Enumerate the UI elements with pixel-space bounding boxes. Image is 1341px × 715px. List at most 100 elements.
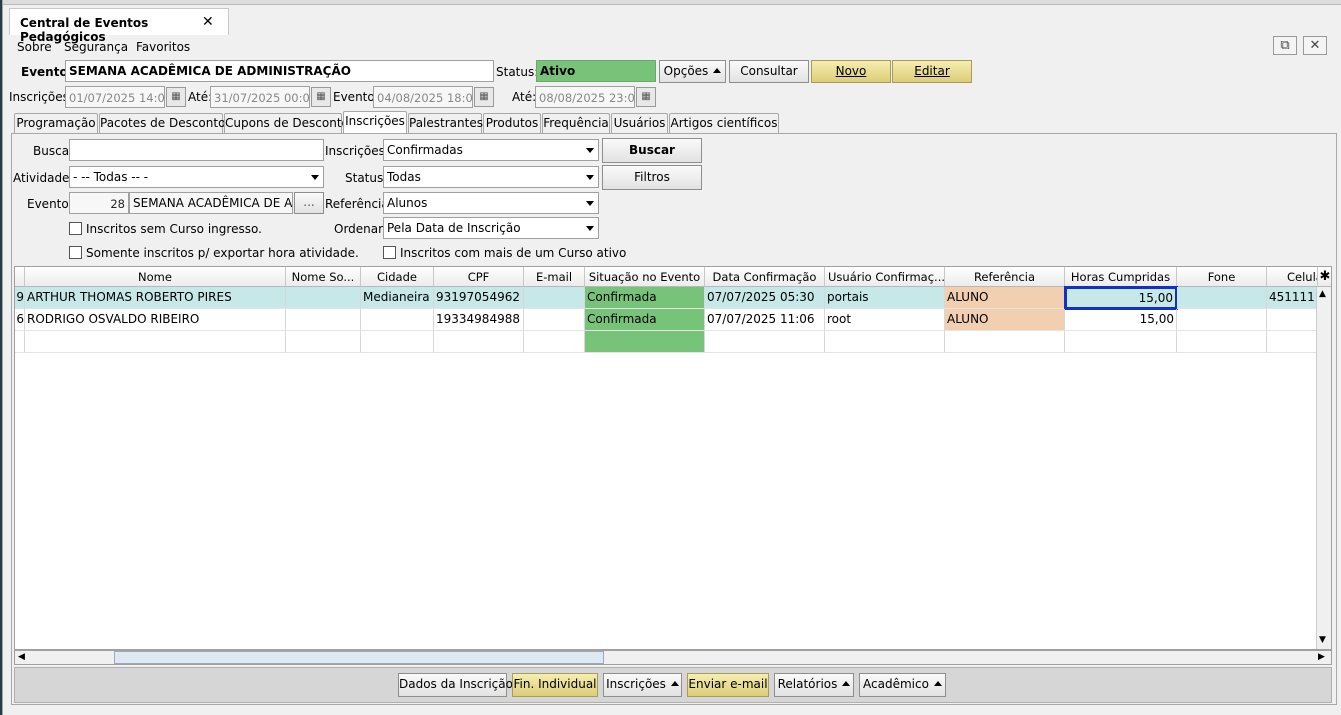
busca-input[interactable] bbox=[69, 139, 324, 161]
close-window-icon[interactable]: ✕ bbox=[1303, 36, 1327, 55]
evento-start-field[interactable]: 04/08/2025 18:00 bbox=[373, 86, 473, 108]
column-header[interactable]: Situação no Evento bbox=[585, 267, 705, 287]
cell-nome[interactable]: RODRIGO OSVALDO RIBEIRO bbox=[25, 309, 286, 331]
cell-nome-social[interactable] bbox=[286, 309, 361, 331]
cell-nome-social[interactable] bbox=[286, 287, 361, 309]
cell-fone[interactable] bbox=[1177, 331, 1267, 353]
tab-programacao[interactable]: Programação bbox=[14, 113, 98, 134]
cell-data[interactable]: 07/07/2025 11:06 bbox=[705, 309, 825, 331]
tab-produtos[interactable]: Produtos bbox=[483, 113, 541, 134]
column-header[interactable]: Horas Cumpridas bbox=[1065, 267, 1177, 287]
cell-referencia[interactable]: ALUNO bbox=[945, 287, 1065, 309]
column-settings-icon[interactable]: ✱ bbox=[1318, 267, 1331, 287]
status-select[interactable]: Todas bbox=[383, 166, 599, 188]
cell-email[interactable] bbox=[524, 287, 585, 309]
cell-cpf[interactable]: 93197054962 bbox=[434, 287, 524, 309]
tab-usuarios[interactable]: Usuários bbox=[611, 113, 668, 134]
inscricoes-select[interactable]: Confirmadas bbox=[383, 139, 599, 161]
cell-nome[interactable] bbox=[25, 331, 286, 353]
menu-seguranca[interactable]: Segurança bbox=[64, 40, 128, 54]
column-header[interactable]: Data Confirmação bbox=[705, 267, 825, 287]
enviar-email-button[interactable]: Enviar e-mail bbox=[687, 673, 769, 697]
column-header[interactable]: Referência bbox=[945, 267, 1065, 287]
exportar-hora-checkbox[interactable] bbox=[69, 246, 82, 259]
cell-celular[interactable] bbox=[1267, 331, 1318, 353]
cell-celular[interactable] bbox=[1267, 309, 1318, 331]
dados-inscricao-button[interactable]: Dados da Inscrição bbox=[398, 673, 513, 697]
column-header[interactable]: Celular bbox=[1267, 267, 1318, 287]
cell-usuario[interactable]: root bbox=[825, 309, 945, 331]
cell-situacao[interactable]: Confirmada bbox=[585, 287, 705, 309]
column-header[interactable]: Nome So... bbox=[286, 267, 361, 287]
cell-referencia[interactable]: ALUNO bbox=[945, 309, 1065, 331]
tab-inscricoes[interactable]: Inscrições bbox=[343, 111, 407, 134]
close-tab-icon[interactable]: ✕ bbox=[202, 14, 214, 30]
scroll-up-icon[interactable]: ▲ bbox=[1319, 289, 1326, 299]
ordenar-select[interactable]: Pela Data de Inscrição bbox=[383, 217, 599, 239]
tab-cupons[interactable]: Cupons de Desconto bbox=[224, 113, 349, 134]
cell-nome[interactable]: ARTHUR THOMAS ROBERTO PIRES bbox=[25, 287, 286, 309]
referencia-select[interactable]: Alunos bbox=[383, 192, 599, 214]
status-field[interactable]: Ativo bbox=[536, 60, 656, 82]
evento-field[interactable]: SEMANA ACADÊMICA DE ADMINISTRAÇÃO bbox=[65, 60, 494, 82]
sem-curso-checkbox[interactable] bbox=[69, 222, 82, 235]
cell-nome-social[interactable] bbox=[286, 331, 361, 353]
cell-fone[interactable] bbox=[1177, 309, 1267, 331]
inscricoes-end-field[interactable]: 31/07/2025 00:00 bbox=[210, 86, 310, 108]
evento-end-field[interactable]: 08/08/2025 23:00 bbox=[535, 86, 635, 108]
document-tab[interactable]: Central de Eventos Pedagógicos ✕ bbox=[9, 8, 229, 44]
detach-window-icon[interactable]: ⧉ bbox=[1273, 36, 1297, 55]
column-header[interactable]: Nome bbox=[25, 267, 286, 287]
fin-individual-button[interactable]: Fin. Individual bbox=[512, 673, 598, 697]
tab-palestrantes[interactable]: Palestrantes bbox=[408, 113, 483, 134]
column-header[interactable]: Cidade bbox=[361, 267, 434, 287]
buscar-button[interactable]: Buscar bbox=[602, 138, 702, 163]
scroll-thumb[interactable] bbox=[114, 651, 604, 664]
cell-cidade[interactable]: Medianeira bbox=[361, 287, 434, 309]
scroll-down-icon[interactable]: ▼ bbox=[1319, 635, 1326, 645]
calendar-icon[interactable]: ▦ bbox=[474, 87, 494, 107]
column-header[interactable]: CPF bbox=[434, 267, 524, 287]
evento-id-field[interactable]: 28 bbox=[69, 192, 129, 214]
academico-button[interactable]: Acadêmico bbox=[859, 673, 946, 697]
cell-horas[interactable] bbox=[1065, 331, 1177, 353]
cell-horas-selected[interactable]: 15,00 bbox=[1064, 286, 1178, 310]
cell-cidade[interactable] bbox=[361, 309, 434, 331]
scroll-right-icon[interactable]: ▶ bbox=[1318, 652, 1325, 662]
cell-data[interactable] bbox=[705, 331, 825, 353]
horizontal-scrollbar[interactable]: ◀ ▶ bbox=[14, 650, 1332, 665]
vertical-scrollbar[interactable]: ▲ ▼ bbox=[1316, 287, 1331, 649]
scroll-left-icon[interactable]: ◀ bbox=[18, 652, 25, 662]
column-header[interactable]: Fone bbox=[1177, 267, 1267, 287]
opcoes-button[interactable]: Opções bbox=[659, 60, 726, 83]
cell-usuario[interactable]: portais bbox=[825, 287, 945, 309]
cell-situacao[interactable]: Confirmada bbox=[585, 309, 705, 331]
menu-favoritos[interactable]: Favoritos bbox=[136, 40, 190, 54]
evento-name-field[interactable]: SEMANA ACADÊMICA DE ADMINISTRAÇÃO bbox=[129, 192, 293, 214]
cell-email[interactable] bbox=[524, 309, 585, 331]
cell-usuario[interactable] bbox=[825, 331, 945, 353]
menu-sobre[interactable]: Sobre bbox=[17, 40, 52, 54]
relatorios-button[interactable]: Relatórios bbox=[774, 673, 854, 697]
mais-curso-checkbox[interactable] bbox=[383, 246, 396, 259]
cell-email[interactable] bbox=[524, 331, 585, 353]
cell-cpf[interactable]: 19334984988 bbox=[434, 309, 524, 331]
inscricoes-start-field[interactable]: 01/07/2025 14:01 bbox=[65, 86, 165, 108]
atividade-select[interactable]: - -- Todas -- - bbox=[69, 166, 324, 188]
calendar-icon[interactable]: ▦ bbox=[311, 87, 331, 107]
consultar-button[interactable]: Consultar bbox=[729, 60, 809, 83]
filtros-button[interactable]: Filtros bbox=[602, 165, 702, 190]
tab-artigos[interactable]: Artigos científicos bbox=[669, 113, 779, 134]
cell-situacao[interactable] bbox=[585, 331, 705, 353]
tab-pacotes[interactable]: Pacotes de Desconto bbox=[99, 113, 225, 134]
tab-frequencia[interactable]: Frequência bbox=[542, 113, 610, 134]
column-header[interactable]: Usuário Confirmaç... bbox=[825, 267, 945, 287]
calendar-icon[interactable]: ▦ bbox=[166, 87, 186, 107]
cell-fone[interactable] bbox=[1177, 287, 1267, 309]
cell-data[interactable]: 07/07/2025 05:30 bbox=[705, 287, 825, 309]
evento-lookup-button[interactable]: ... bbox=[294, 192, 324, 214]
editar-button[interactable]: Editar bbox=[892, 60, 972, 83]
inscricoes-menu-button[interactable]: Inscrições bbox=[603, 673, 682, 697]
cell-cidade[interactable] bbox=[361, 331, 434, 353]
cell-celular[interactable]: 45111111 bbox=[1267, 287, 1318, 309]
